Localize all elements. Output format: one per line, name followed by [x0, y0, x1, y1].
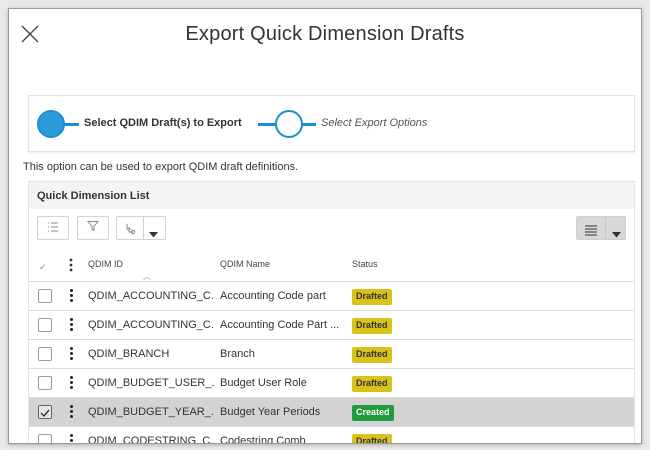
table-body: QDIM_ACCOUNTING_C... Accounting Code part…	[29, 282, 634, 444]
cell-qdim-id: QDIM_BUDGET_USER_...	[88, 377, 214, 389]
cell-qdim-name: Codestring Comb	[220, 435, 306, 444]
status-badge: Drafted	[352, 318, 392, 334]
list-options-button[interactable]	[37, 216, 69, 240]
row-checkbox[interactable]	[38, 347, 52, 361]
view-lines-icon	[585, 223, 597, 241]
select-all-check[interactable]: ✓	[39, 262, 47, 273]
filter-icon	[86, 219, 100, 237]
step-1-label: Select QDIM Draft(s) to Export	[84, 117, 242, 129]
cell-qdim-name: Accounting Code part	[220, 290, 326, 302]
description-text: This option can be used to export QDIM d…	[23, 161, 299, 173]
checkmark-icon	[40, 409, 50, 418]
status-badge: Drafted	[352, 289, 392, 305]
wizard-steps: Select QDIM Draft(s) to Export Select Ex…	[28, 95, 635, 152]
view-mode-button[interactable]	[576, 216, 626, 240]
row-checkbox[interactable]	[38, 376, 52, 390]
table-row[interactable]: QDIM_BRANCH Branch Drafted	[29, 340, 634, 369]
caret-down-icon[interactable]	[612, 225, 621, 243]
column-menu-icon[interactable]	[65, 257, 77, 273]
group-button[interactable]	[116, 216, 166, 240]
row-checkbox[interactable]	[38, 405, 52, 419]
list-icon	[47, 219, 59, 237]
table-row[interactable]: QDIM_BUDGET_YEAR_... Budget Year Periods C…	[29, 398, 634, 427]
row-menu-icon[interactable]	[67, 288, 75, 304]
row-checkbox[interactable]	[38, 318, 52, 332]
row-menu-icon[interactable]	[67, 346, 75, 362]
status-badge: Drafted	[352, 434, 392, 443]
table-row[interactable]: QDIM_ACCOUNTING_C... Accounting Code Part…	[29, 311, 634, 340]
cell-qdim-id: QDIM_BRANCH	[88, 348, 170, 360]
cell-qdim-name: Branch	[220, 348, 255, 360]
column-header-status[interactable]: Status	[352, 259, 378, 269]
cell-qdim-id: QDIM_ACCOUNTING_C...	[88, 290, 214, 302]
status-badge: Created	[352, 405, 394, 421]
caret-down-icon[interactable]	[149, 225, 158, 243]
cell-qdim-id: QDIM_CODESTRING_C...	[88, 435, 214, 444]
export-dialog: Export Quick Dimension Drafts Select QDI…	[8, 8, 642, 444]
step-connector	[302, 123, 316, 126]
cell-qdim-name: Budget Year Periods	[220, 406, 321, 418]
cell-qdim-name: Budget User Role	[220, 377, 307, 389]
row-menu-icon[interactable]	[67, 317, 75, 333]
qdim-table: ✓ QDIM ID ︿ QDIM Name Status QDIM_ACCOUN…	[29, 252, 634, 444]
sort-ascending-icon: ︿	[143, 272, 151, 281]
step-connector	[258, 123, 276, 126]
dialog-title: Export Quick Dimension Drafts	[185, 23, 465, 45]
table-row[interactable]: QDIM_ACCOUNTING_C... Accounting Code part…	[29, 282, 634, 311]
status-badge: Drafted	[352, 347, 392, 363]
group-icon	[124, 222, 136, 240]
cell-qdim-id: QDIM_BUDGET_YEAR_...	[88, 406, 214, 418]
row-checkbox[interactable]	[38, 289, 52, 303]
table-row[interactable]: QDIM_BUDGET_USER_... Budget User Role Draf…	[29, 369, 634, 398]
step-connector	[64, 123, 79, 126]
status-badge: Drafted	[352, 376, 392, 392]
step-2-label: Select Export Options	[321, 117, 428, 129]
table-header: ✓ QDIM ID ︿ QDIM Name Status	[29, 252, 634, 282]
quick-dimension-list: Quick Dimension List ✓ QDIM ID ︿ QDIM Na…	[28, 181, 635, 444]
divider	[605, 217, 606, 239]
cell-qdim-id: QDIM_ACCOUNTING_C...	[88, 319, 214, 331]
column-header-qdim-name[interactable]: QDIM Name	[220, 259, 270, 269]
column-header-qdim-id[interactable]: QDIM ID	[88, 259, 123, 269]
row-menu-icon[interactable]	[67, 375, 75, 391]
row-menu-icon[interactable]	[67, 433, 75, 443]
divider	[143, 217, 144, 239]
list-title: Quick Dimension List	[37, 190, 150, 202]
row-checkbox[interactable]	[38, 434, 52, 443]
cell-qdim-name: Accounting Code Part ...	[220, 319, 340, 331]
list-header: Quick Dimension List	[29, 182, 634, 209]
filter-button[interactable]	[77, 216, 109, 240]
row-menu-icon[interactable]	[67, 404, 75, 420]
step-2-indicator[interactable]	[275, 110, 303, 138]
step-1-indicator[interactable]	[37, 110, 65, 138]
table-row[interactable]: QDIM_CODESTRING_C... Codestring Comb Draft…	[29, 427, 634, 444]
